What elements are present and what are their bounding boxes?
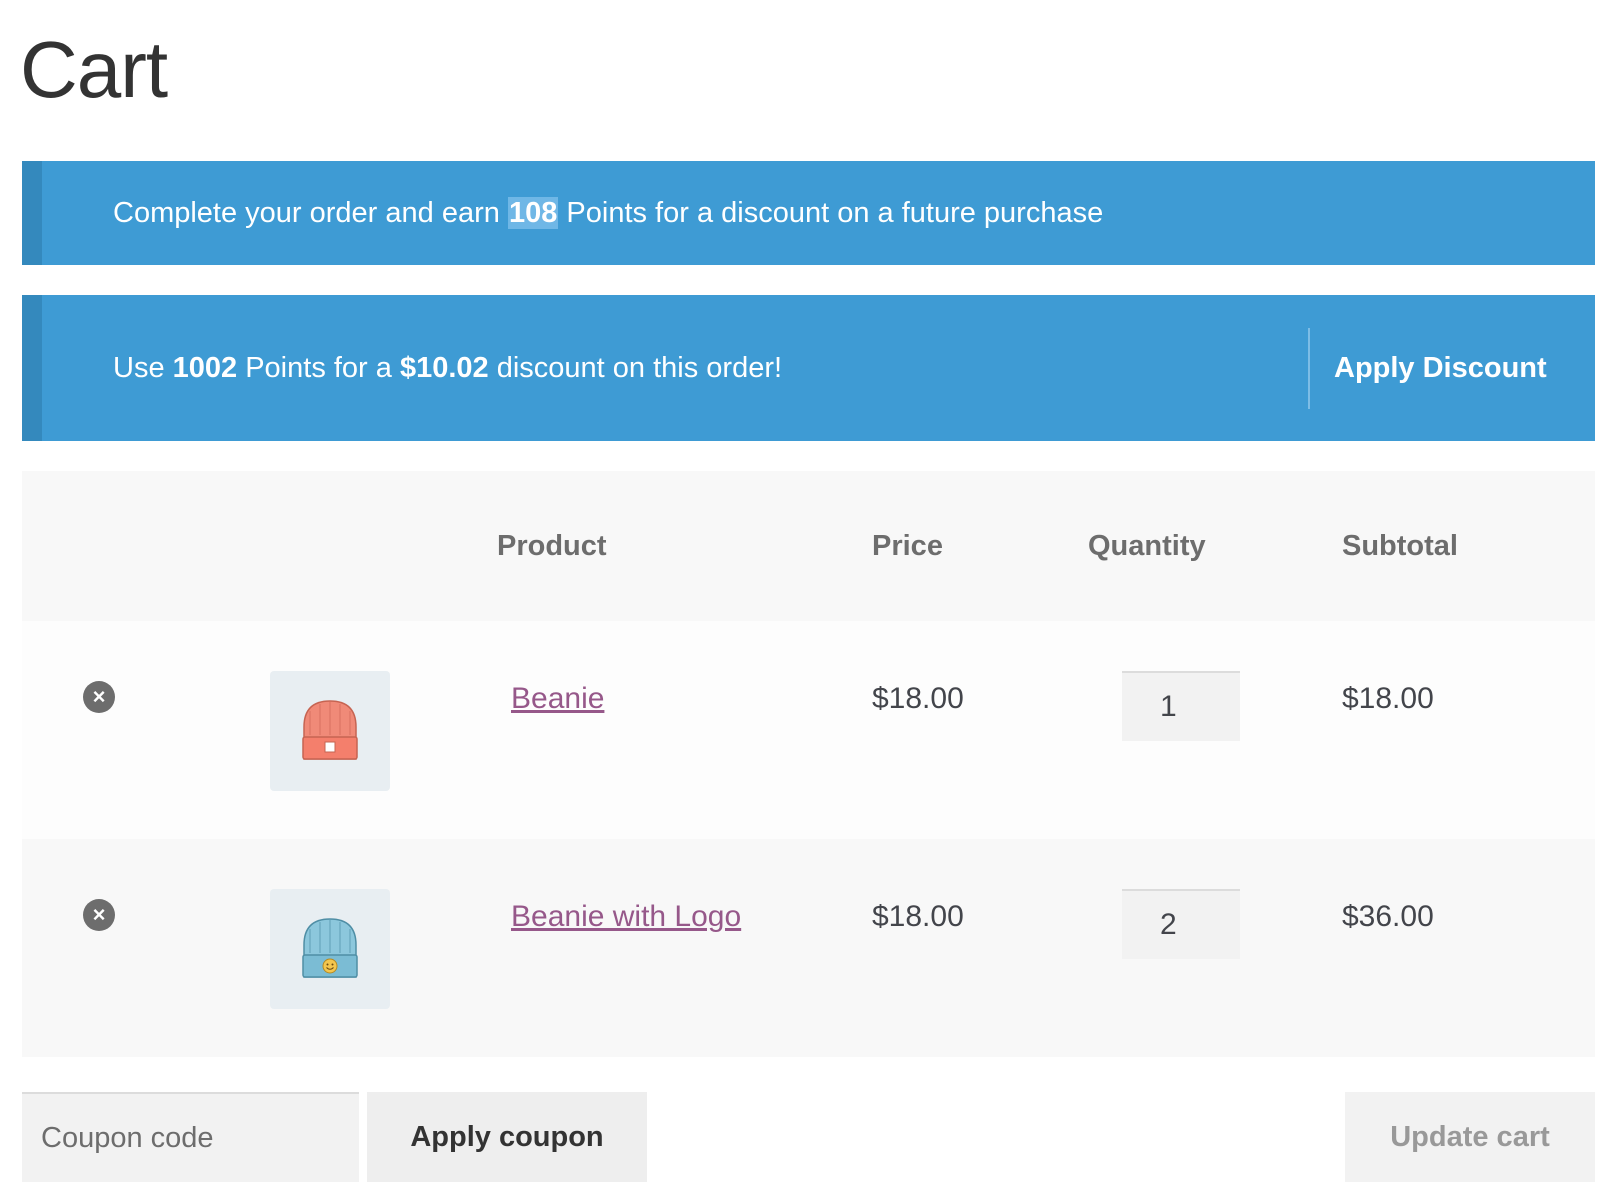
cart-item-row: × Beanie $18.00 $18.00 [22, 621, 1595, 839]
earn-points-value: 108 [507, 197, 559, 229]
apply-coupon-button[interactable]: Apply coupon [367, 1092, 647, 1182]
column-header-price: Price [872, 530, 943, 562]
redeem-points-notice: Use 1002 Points for a $10.02 discount on… [22, 295, 1595, 441]
earn-points-prefix: Complete your order and earn [113, 197, 508, 229]
redeem-suffix: discount on this order! [488, 352, 783, 384]
redeem-discount-amount: $10.02 [399, 352, 489, 384]
cart-item-row: × Beanie with Logo $18.00 $36.00 [22, 839, 1595, 1057]
coupon-code-input[interactable] [22, 1092, 359, 1182]
column-header-quantity: Quantity [1088, 530, 1206, 562]
column-header-product: Product [497, 530, 607, 562]
earn-points-notice: Complete your order and earn 108 Points … [22, 161, 1595, 265]
quantity-input[interactable] [1122, 671, 1240, 741]
cart-table-header: Product Price Quantity Subtotal [22, 471, 1595, 621]
redeem-points-value: 1002 [172, 352, 238, 384]
product-subtotal: $36.00 [1342, 900, 1434, 933]
update-cart-button[interactable]: Update cart [1345, 1092, 1595, 1182]
earn-points-suffix: Points for a discount on a future purcha… [558, 197, 1104, 229]
earn-points-message: Complete your order and earn 108 Points … [113, 161, 1103, 265]
cart-table: Product Price Quantity Subtotal × Beanie… [22, 471, 1595, 1057]
column-header-subtotal: Subtotal [1342, 530, 1458, 562]
apply-discount-button[interactable]: Apply Discount [1334, 295, 1547, 441]
remove-icon[interactable]: × [83, 899, 115, 931]
product-subtotal: $18.00 [1342, 682, 1434, 715]
product-price: $18.00 [872, 682, 964, 715]
blue-beanie-logo-image [302, 918, 358, 978]
page-title: Cart [20, 25, 168, 114]
quantity-input[interactable] [1122, 889, 1240, 959]
remove-icon[interactable]: × [83, 681, 115, 713]
product-thumbnail[interactable] [270, 671, 390, 791]
redeem-prefix: Use [113, 352, 173, 384]
redeem-points-message: Use 1002 Points for a $10.02 discount on… [113, 295, 782, 441]
notice-divider [1308, 328, 1310, 409]
product-price: $18.00 [872, 900, 964, 933]
product-link[interactable]: Beanie [511, 679, 604, 719]
orange-beanie-image [302, 700, 358, 760]
product-thumbnail[interactable] [270, 889, 390, 1009]
product-link[interactable]: Beanie with Logo [511, 897, 741, 937]
redeem-middle: Points for a [237, 352, 400, 384]
